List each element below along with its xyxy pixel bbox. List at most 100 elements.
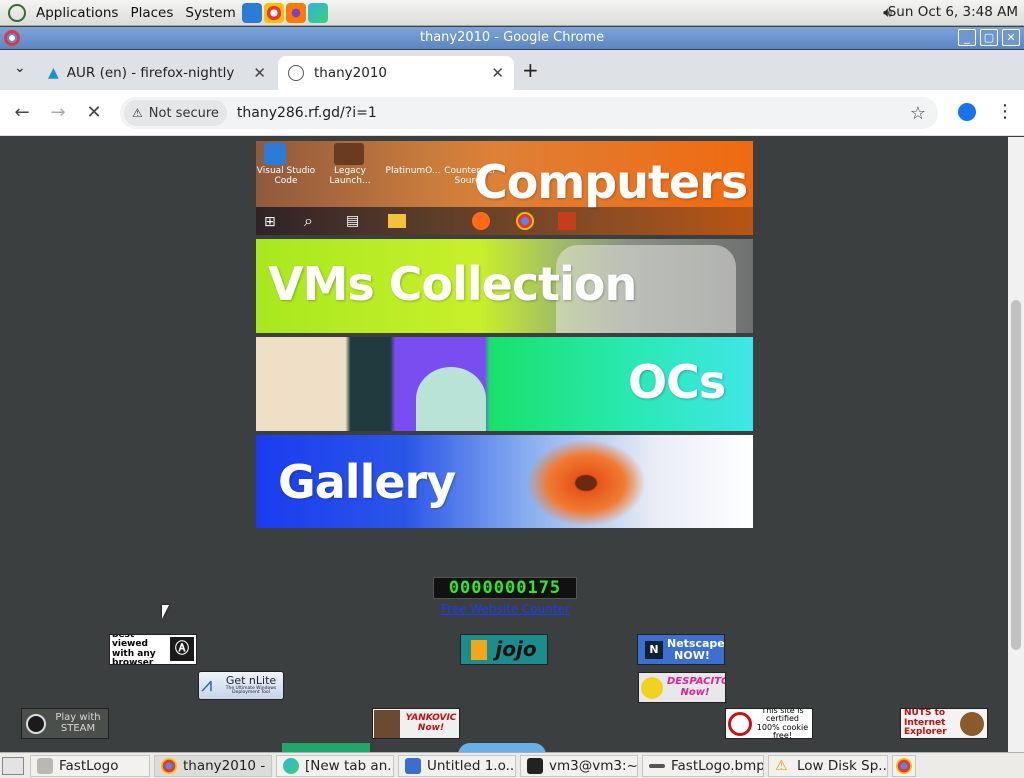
banner-computers[interactable]: Visual Studio Code Legacy Launch... Plat… [256, 141, 753, 235]
warning-icon: ⚠ [775, 757, 788, 774]
banner-ocs[interactable]: OCs [256, 337, 753, 431]
profile-icon[interactable] [958, 103, 976, 121]
best-viewed-badge[interactable]: best viewed with any browser Ⓐ [109, 634, 197, 665]
banner-label: VMs Collection [268, 257, 637, 311]
window-title: thany2010 - Google Chrome [419, 30, 605, 45]
folder-icon [37, 757, 53, 774]
system-menu[interactable]: System [179, 5, 241, 21]
minimize-button[interactable]: _ [958, 29, 976, 46]
chest-desktop-icon [334, 143, 364, 165]
address-bar[interactable]: ⚠ Not secure thany286.rf.gd/?i=1 ☆ [120, 97, 938, 129]
top-panel: Applications Places System 🔊︎ Sun Oct 6,… [0, 0, 1024, 26]
get-nlite-badge[interactable]: ⩘ Get nLite The Ultimate Windows Deploym… [198, 671, 284, 700]
tab-thany2010[interactable]: thany2010 ✕ [278, 56, 514, 90]
netscape-badge[interactable]: N Netscape NOW! [637, 634, 725, 665]
edge-icon [283, 757, 299, 774]
oc-character-graphic [416, 367, 486, 431]
badge-text: Play with STEAM [55, 712, 101, 734]
stop-loading-button[interactable]: ✕ [82, 102, 106, 123]
desktop-icon-label: PlatinumO... [385, 166, 441, 176]
task-label: thany2010 - ... [183, 757, 271, 774]
banner-label: Computers [474, 155, 748, 209]
tab-label: thany2010 [314, 65, 388, 81]
writer-document-icon [405, 757, 421, 774]
badge-text: Netscape NOW! [667, 636, 725, 662]
windows-taskbar-strip: ⊞ ⌕ ▤ [256, 207, 753, 235]
partial-badge-blue[interactable] [458, 743, 546, 752]
forward-button[interactable]: → [46, 102, 70, 123]
bottom-taskbar: FastLogo thany2010 - ... [New tab an... … [0, 752, 1024, 778]
taskbar-item-low-disk[interactable]: ⚠ Low Disk Sp... [768, 754, 888, 777]
clock[interactable]: Sun Oct 6, 3:48 AM [888, 4, 1018, 20]
banner-gallery[interactable]: Gallery [256, 435, 753, 528]
windows-start-icon: ⊞ [264, 214, 276, 230]
window-title-bar[interactable]: thany2010 - Google Chrome _ ▢ ✕ [0, 27, 1024, 49]
places-menu[interactable]: Places [124, 5, 179, 21]
page-viewport: Visual Studio Code Legacy Launch... Plat… [0, 137, 1008, 752]
mouse-cursor-icon [162, 605, 169, 619]
taskbar-item-fastlogo-bmp[interactable]: FastLogo.bmp [642, 754, 764, 777]
show-desktop-icon[interactable] [2, 756, 24, 775]
taskbar-item-chrome[interactable]: thany2010 - ... [154, 754, 272, 777]
taskbar-item-new-tab[interactable]: [New tab an... [276, 754, 394, 777]
taskbar-item-terminal[interactable]: vm3@vm3:~... [520, 754, 638, 777]
play-with-steam-badge[interactable]: Play with STEAM [21, 708, 109, 739]
tab-aur[interactable]: ▲ AUR (en) - firefox-nightly ✕ [38, 56, 276, 90]
browser-toolbar: ← → ✕ ⚠ Not secure thany286.rf.gd/?i=1 ☆… [0, 90, 1024, 136]
chrome-launcher-icon[interactable] [263, 2, 284, 23]
taskbar-item-chrome-2[interactable] [892, 754, 916, 777]
anarchy-a-icon: Ⓐ [170, 637, 194, 661]
edge-dev-launcher-icon[interactable] [307, 2, 328, 23]
firefox-icon [472, 212, 490, 230]
netscape-n-icon: N [645, 640, 663, 659]
url-text[interactable]: thany286.rf.gd/?i=1 [237, 105, 377, 121]
desktop-icon-label: Visual Studio Code [256, 166, 316, 186]
firefox-launcher-icon[interactable] [285, 2, 306, 23]
taskbar-item-fastlogo[interactable]: FastLogo [30, 754, 150, 777]
page-scrollbar[interactable] [1008, 137, 1024, 752]
page-globe-icon [288, 65, 304, 81]
taskbar-item-untitled[interactable]: Untitled 1.o... [398, 754, 516, 777]
maximize-button[interactable]: ▢ [980, 29, 998, 46]
gnome-foot-icon[interactable] [8, 3, 26, 22]
badge-text: NUTS to Internet Explorer [904, 708, 947, 738]
arch-linux-icon: ▲ [48, 65, 59, 81]
no-cookie-icon [727, 711, 752, 736]
back-button[interactable]: ← [10, 102, 34, 123]
bookmark-star-icon[interactable]: ☆ [910, 103, 926, 124]
weird-al-face-icon [374, 709, 400, 738]
cookie-free-badge[interactable]: This site is certified 100% cookie free! [725, 708, 813, 739]
nuts-to-ie-badge[interactable]: NUTS to Internet Explorer [900, 708, 988, 739]
task-view-icon: ▤ [346, 213, 360, 229]
hit-counter: 0000000175 [433, 577, 577, 599]
free-counter-link[interactable]: Free Website Counter [441, 602, 570, 616]
despacito-badge[interactable]: DESPACITO Now! [638, 672, 726, 703]
powerpoint-icon [558, 212, 576, 230]
task-label: [New tab an... [305, 757, 394, 774]
banner-vms-collection[interactable]: VMs Collection [256, 239, 753, 333]
menu-kebab-icon[interactable]: ⋮ [996, 101, 1014, 122]
badge-text: DESPACITO Now! [667, 676, 726, 698]
badge-text: YANKOVIC Now! [405, 713, 457, 733]
site-info-button[interactable]: ⚠ Not secure [124, 100, 227, 126]
yankovic-badge[interactable]: YANKOVIC Now! [372, 708, 460, 739]
close-tab-icon[interactable]: ✕ [253, 64, 266, 82]
task-label: FastLogo.bmp [671, 757, 764, 774]
new-tab-button[interactable]: + [522, 58, 539, 82]
badge-text: This site is certified 100% cookie free! [756, 708, 809, 739]
tab-list-chevron-icon[interactable]: ⌄ [14, 60, 26, 76]
badge-text: jojo [495, 637, 537, 661]
explorer-icon [388, 214, 406, 228]
partial-badge-green[interactable] [282, 743, 370, 752]
close-window-button[interactable]: ✕ [1002, 29, 1020, 46]
vscode-launcher-icon[interactable] [241, 2, 262, 23]
close-tab-icon[interactable]: ✕ [491, 64, 504, 82]
jojo-badge[interactable]: jojo [460, 634, 548, 665]
steam-logo-icon [26, 713, 46, 734]
scrollbar-thumb[interactable] [1011, 300, 1021, 650]
desktop-icon-label: Legacy Launch... [329, 166, 371, 186]
nlite-logo-icon: ⩘ [201, 672, 213, 696]
badge-text: Get nLite [225, 674, 277, 687]
applications-menu[interactable]: Applications [30, 5, 124, 21]
task-label: FastLogo [59, 757, 119, 774]
